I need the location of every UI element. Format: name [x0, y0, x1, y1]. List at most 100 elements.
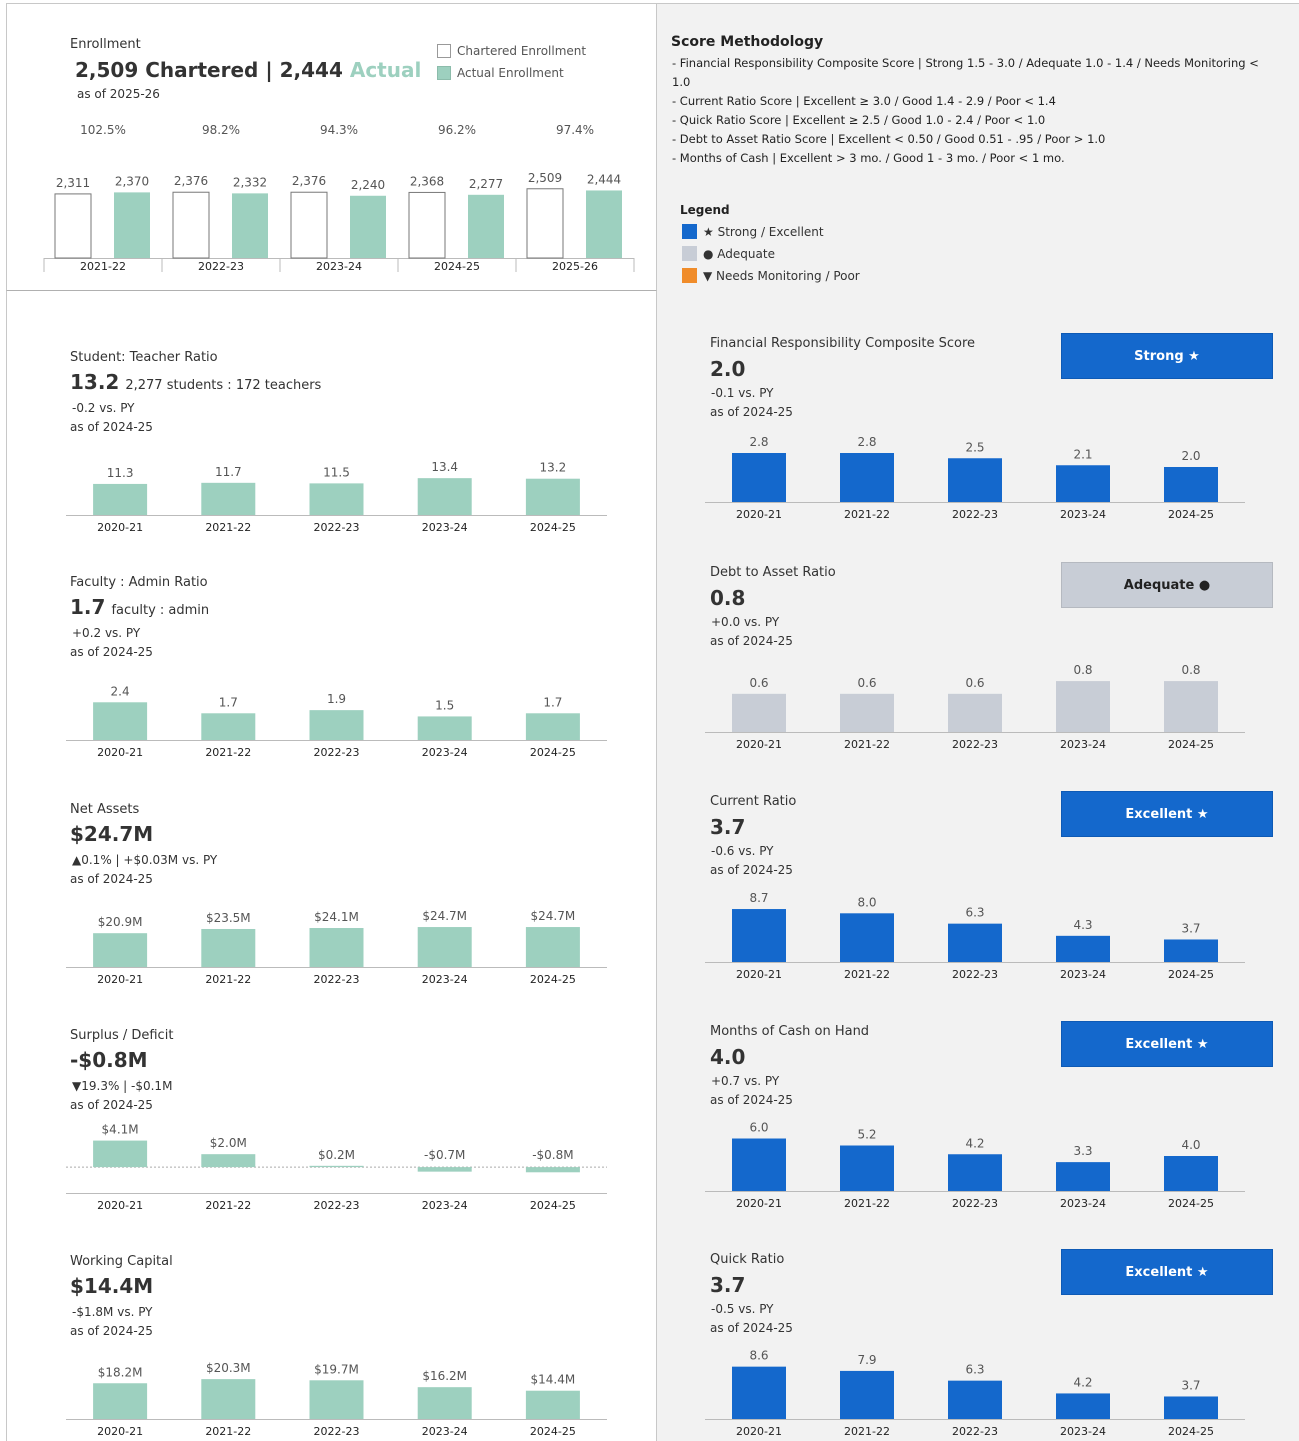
score-change: +0.0 vs. PY — [711, 615, 780, 629]
chart-tick-label: 2020-21 — [97, 973, 143, 986]
methodology-title: Score Methodology — [671, 34, 824, 50]
score-chart: 8.7 2020-21 8.0 2021-22 6.3 2022-23 4.3 2023-24… — [705, 891, 1245, 981]
chart-bar — [948, 693, 1002, 732]
enrollment-pct-label: 102.5% — [80, 123, 126, 137]
score-title: Current Ratio — [710, 794, 797, 809]
chart-bar — [525, 713, 580, 740]
chart-tick-label: 2021-22 — [205, 1199, 251, 1212]
chart-tick-label: 2022-23 — [314, 746, 360, 759]
chart-tick-label: 2021-22 — [205, 1425, 251, 1438]
enrollment-tick-label: 2025-26 — [552, 260, 598, 273]
chart-data-label: 8.7 — [749, 891, 768, 905]
legend-chartered-label: Chartered Enrollment — [457, 44, 587, 58]
chart-data-label: 6.0 — [749, 1121, 768, 1135]
chart-tick-label: 2020-21 — [736, 1425, 782, 1438]
chart-tick-label: 2020-21 — [97, 1425, 143, 1438]
enrollment-pct-label: 96.2% — [438, 123, 476, 137]
enrollment-bar-chartered — [172, 191, 210, 259]
chart-data-label: 5.2 — [857, 1128, 876, 1142]
chart-bar — [201, 482, 256, 515]
chart-tick-label: 2020-21 — [97, 1199, 143, 1212]
chart-bar — [1164, 1156, 1218, 1191]
chart-data-label: 13.4 — [431, 460, 458, 474]
enrollment-headline-chartered: 2,509 Chartered | 2,444 — [75, 58, 343, 82]
metric-title: Faculty : Admin Ratio — [70, 575, 208, 590]
chart-tick-label: 2022-23 — [952, 508, 998, 521]
legend-strong-label: ★ Strong / Excellent — [703, 225, 824, 239]
metric-asof: as of 2024-25 — [70, 420, 153, 434]
chart-tick-label: 2022-23 — [952, 738, 998, 751]
metric-asof: as of 2024-25 — [70, 1324, 153, 1338]
chart-tick-label: 2021-22 — [844, 968, 890, 981]
chart-data-label: 8.6 — [749, 1349, 768, 1363]
chart-data-label: 3.7 — [1181, 1378, 1200, 1392]
chart-tick-label: 2024-25 — [530, 1199, 576, 1212]
chart-data-label: 0.6 — [857, 676, 876, 690]
chart-data-label: 1.9 — [327, 692, 346, 706]
chart-bar — [309, 928, 364, 967]
chart-data-label: 0.6 — [965, 676, 984, 690]
chart-bar — [201, 928, 256, 967]
score-change: +0.7 vs. PY — [711, 1074, 780, 1088]
score-change: -0.5 vs. PY — [711, 1302, 774, 1316]
chart-bar — [525, 927, 580, 967]
chart-bar — [948, 1380, 1002, 1419]
chart-data-label: $20.9M — [98, 915, 143, 929]
legend-adequate-label: ● Adequate — [703, 247, 775, 261]
chart-data-label: 2.1 — [1073, 447, 1092, 461]
score-title: Debt to Asset Ratio — [710, 565, 836, 580]
chart-data-label: 8.0 — [857, 895, 876, 909]
enrollment-title: Enrollment — [70, 37, 141, 52]
metric-change: ▲0.1% | +$0.03M vs. PY — [72, 853, 218, 867]
metric-chart: 2.4 2020-21 1.7 2021-22 1.9 2022-23 1.5 2023-24… — [66, 684, 607, 759]
chart-bar — [840, 453, 894, 502]
chart-bar — [840, 1370, 894, 1419]
chart-tick-label: 2022-23 — [314, 521, 360, 534]
chart-tick-label: 2021-22 — [844, 1425, 890, 1438]
chart-bar — [93, 1383, 148, 1419]
legend-strong-swatch — [682, 224, 697, 239]
chart-bar — [732, 453, 786, 502]
chart-bar — [1056, 1393, 1110, 1419]
enrollment-tick-label: 2022-23 — [198, 260, 244, 273]
chart-tick-label: 2024-25 — [530, 746, 576, 759]
chart-bar — [840, 693, 894, 732]
chart-bar — [732, 1138, 786, 1191]
metric-change: -0.2 vs. PY — [72, 401, 135, 415]
score-asof: as of 2024-25 — [710, 1321, 793, 1335]
enrollment-bar-chartered — [526, 188, 564, 259]
metric-title: Student: Teacher Ratio — [70, 350, 218, 365]
metric-value-row: $24.7M — [70, 822, 153, 846]
chart-tick-label: 2023-24 — [1060, 508, 1106, 521]
score-badge: Strong ★ — [1061, 333, 1273, 379]
enrollment-bar-actual — [114, 192, 150, 258]
chart-tick-label: 2023-24 — [422, 973, 468, 986]
chart-tick-label: 2023-24 — [1060, 1425, 1106, 1438]
chart-tick-label: 2023-24 — [422, 1425, 468, 1438]
score-asof: as of 2024-25 — [710, 863, 793, 877]
score-change: -0.6 vs. PY — [711, 844, 774, 858]
enrollment-tick-label: 2024-25 — [434, 260, 480, 273]
chart-bar — [309, 1165, 364, 1168]
chart-data-label: $24.7M — [422, 909, 467, 923]
chart-data-label: -$0.7M — [424, 1148, 465, 1162]
methodology-line-6: - Months of Cash | Excellent > 3 mo. / G… — [672, 151, 1065, 165]
chart-bar — [840, 913, 894, 962]
chart-data-label: 4.2 — [1073, 1375, 1092, 1389]
score-title: Financial Responsibility Composite Score — [710, 336, 976, 351]
chart-data-label: $24.1M — [314, 910, 359, 924]
chart-data-label: $19.7M — [314, 1362, 359, 1376]
chart-data-label: 4.0 — [1181, 1138, 1200, 1152]
enrollment-pct-label: 94.3% — [320, 123, 358, 137]
chart-data-label: 4.3 — [1073, 918, 1092, 932]
chart-tick-label: 2022-23 — [314, 973, 360, 986]
chart-data-label: $2.0M — [210, 1136, 247, 1150]
enrollment-tick-label: 2023-24 — [316, 260, 362, 273]
score-badge: Adequate ● — [1061, 562, 1273, 608]
chart-data-label: 2.8 — [749, 435, 768, 449]
score-value: 4.0 — [710, 1045, 746, 1069]
metric-value-row: 1.7 faculty : admin — [70, 595, 209, 619]
chart-tick-label: 2023-24 — [422, 746, 468, 759]
chart-bar — [93, 1140, 148, 1168]
score-chart: 2.8 2020-21 2.8 2021-22 2.5 2022-23 2.1 2023-24… — [705, 435, 1245, 521]
